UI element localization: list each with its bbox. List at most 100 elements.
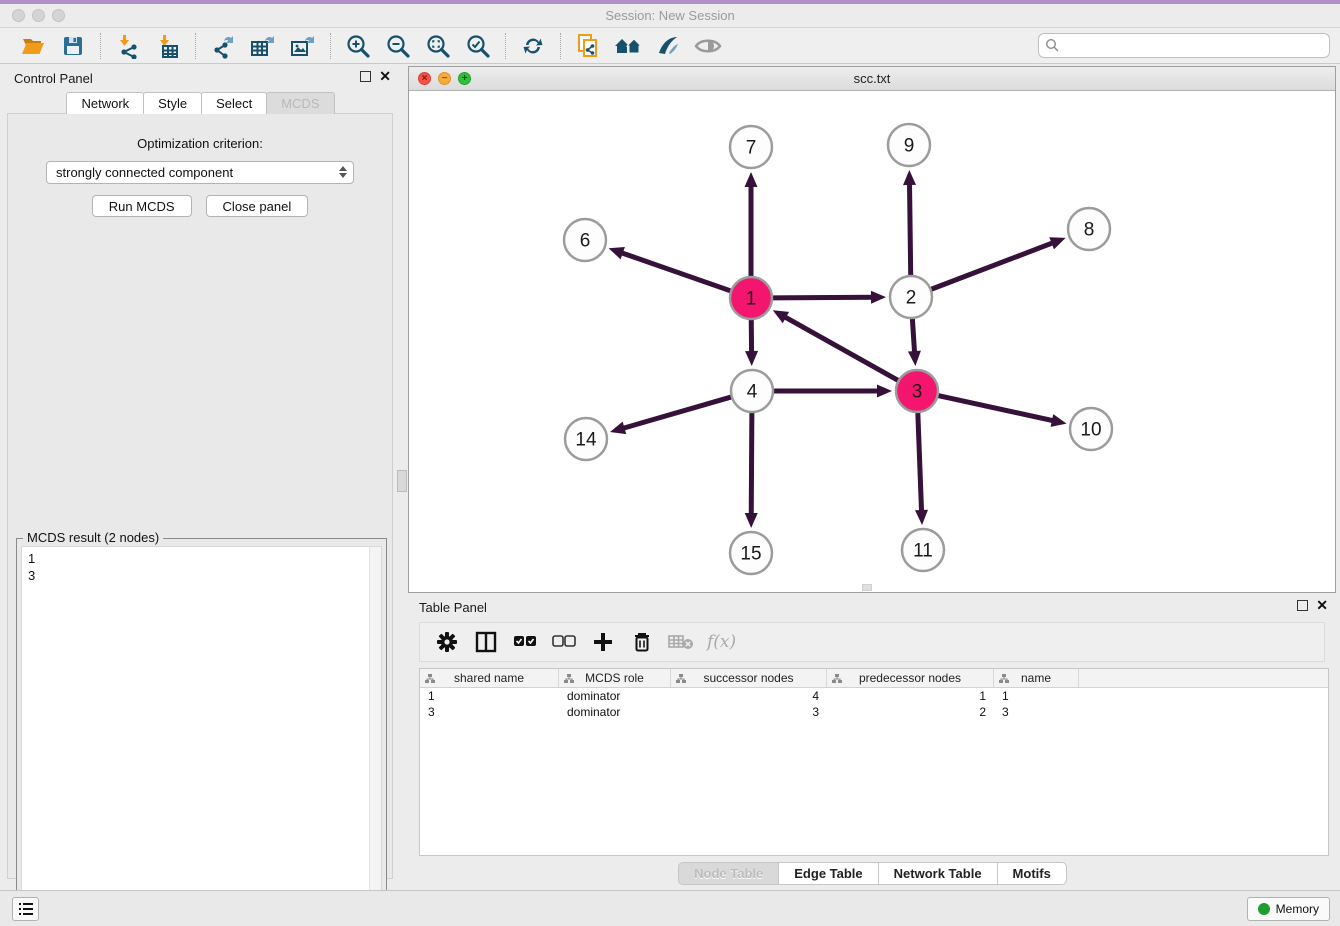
splitter-handle[interactable]	[397, 470, 407, 492]
tab-style[interactable]: Style	[143, 92, 202, 114]
edge-4-14[interactable]	[622, 397, 732, 429]
network-graph[interactable]: 7968124310141511	[409, 91, 1335, 592]
close-table-panel-icon[interactable]: ✕	[1316, 600, 1328, 611]
mcds-result-values: 1 3	[22, 547, 381, 587]
edge-arrowhead	[745, 351, 758, 366]
edge-1-2[interactable]	[772, 297, 874, 298]
panel-splitter[interactable]	[400, 66, 406, 886]
edge-arrowhead	[745, 513, 758, 528]
tab-network[interactable]: Network	[66, 92, 144, 114]
tab-motifs[interactable]: Motifs	[997, 862, 1067, 885]
zoom-fit-icon[interactable]	[421, 31, 455, 61]
float-table-panel-icon[interactable]	[1297, 600, 1308, 611]
table-cell[interactable]: 2	[827, 704, 994, 720]
open-folder-icon[interactable]	[16, 31, 50, 61]
tab-select[interactable]: Select	[201, 92, 267, 114]
control-panel-header: Control Panel ✕	[5, 66, 395, 92]
node-label-11: 11	[913, 541, 933, 562]
edge-arrowhead	[871, 291, 886, 304]
edge-arrowhead	[1051, 414, 1067, 427]
edge-2-3[interactable]	[912, 318, 914, 354]
close-panel-button[interactable]: Close panel	[206, 195, 309, 217]
column-header-label: successor nodes	[703, 671, 793, 685]
duplicate-network-icon[interactable]	[571, 31, 605, 61]
table-row[interactable]: 3dominator323	[420, 704, 1328, 720]
mcds-result-box: MCDS result (2 nodes) 1 3	[16, 538, 387, 916]
network-window-titlebar[interactable]: × − + scc.txt	[409, 67, 1335, 91]
refresh-icon[interactable]	[516, 31, 550, 61]
mcds-tab-content: Optimization criterion: strongly connect…	[7, 113, 393, 879]
edge-4-15[interactable]	[751, 412, 752, 516]
mcds-result-area[interactable]: 1 3	[21, 546, 382, 911]
column-header-successor-nodes[interactable]: successor nodes	[671, 669, 827, 687]
save-icon[interactable]	[56, 31, 90, 61]
export-network-icon[interactable]	[206, 31, 240, 61]
import-table-icon[interactable]	[151, 31, 185, 61]
search-input[interactable]	[1038, 33, 1330, 58]
export-image-icon[interactable]	[286, 31, 320, 61]
column-header-shared-name[interactable]: shared name	[420, 669, 559, 687]
edge-arrowhead	[609, 247, 625, 259]
home-view-icon[interactable]	[611, 31, 645, 61]
apply-style-icon[interactable]	[651, 31, 685, 61]
edge-1-6[interactable]	[620, 252, 731, 291]
tab-mcds[interactable]: MCDS	[266, 92, 334, 114]
table-cell[interactable]: 1	[994, 688, 1079, 704]
add-column-icon[interactable]	[590, 629, 616, 655]
table-cell[interactable]: 4	[671, 688, 827, 704]
zoom-selected-icon[interactable]	[461, 31, 495, 61]
table-cell[interactable]: 3	[671, 704, 827, 720]
zoom-in-icon[interactable]	[341, 31, 375, 61]
table-row[interactable]: 1dominator411	[420, 688, 1328, 704]
canvas-scroll-handle[interactable]	[862, 584, 872, 591]
export-table-icon[interactable]	[246, 31, 280, 61]
table-cell[interactable]: 3	[994, 704, 1079, 720]
table-toolbar: f(x)	[419, 622, 1325, 662]
show-hide-icon[interactable]	[691, 31, 725, 61]
network-canvas[interactable]: 7968124310141511	[409, 91, 1335, 592]
table-header-row: shared nameMCDS role successor nodes prede…	[420, 669, 1328, 688]
node-label-4: 4	[747, 382, 758, 403]
table-cell[interactable]: 1	[420, 688, 559, 704]
column-header-label: name	[1021, 671, 1051, 685]
column-type-icon	[425, 673, 435, 687]
optimization-criterion-label: Optimization criterion:	[8, 136, 392, 151]
column-header-predecessor-nodes[interactable]: predecessor nodes	[827, 669, 994, 687]
table-cell[interactable]: 3	[420, 704, 559, 720]
column-header-MCDS-role[interactable]: MCDS role	[559, 669, 671, 687]
table-cell[interactable]: dominator	[559, 704, 671, 720]
run-mcds-button[interactable]: Run MCDS	[92, 195, 192, 217]
edge-3-11[interactable]	[918, 412, 922, 513]
optimization-criterion-select[interactable]: strongly connected component	[46, 161, 354, 184]
close-panel-icon[interactable]: ✕	[379, 71, 391, 82]
column-type-icon	[564, 673, 574, 687]
mac-titlebar: Session: New Session	[0, 4, 1340, 28]
select-all-checkboxes-icon[interactable]	[512, 629, 538, 655]
column-header-name[interactable]: name	[994, 669, 1079, 687]
tab-edge-table[interactable]: Edge Table	[778, 862, 878, 885]
edge-2-8[interactable]	[931, 242, 1055, 289]
column-type-icon	[832, 673, 842, 687]
edge-3-10[interactable]	[938, 395, 1055, 421]
deselect-all-checkboxes-icon[interactable]	[551, 629, 577, 655]
edge-3-1[interactable]	[783, 316, 898, 381]
float-panel-icon[interactable]	[360, 71, 371, 82]
application-window: Session: New Session	[0, 0, 1340, 926]
import-network-icon[interactable]	[111, 31, 145, 61]
edge-2-9[interactable]	[909, 182, 910, 276]
delete-column-icon[interactable]	[629, 629, 655, 655]
task-history-button[interactable]	[12, 897, 39, 921]
zoom-out-icon[interactable]	[381, 31, 415, 61]
column-layout-icon[interactable]	[473, 629, 499, 655]
function-builder-icon: f(x)	[707, 632, 736, 652]
main-toolbar	[0, 28, 1340, 64]
memory-button[interactable]: Memory	[1247, 897, 1330, 921]
table-cell[interactable]: 1	[827, 688, 994, 704]
tab-network-table[interactable]: Network Table	[878, 862, 998, 885]
tab-node-table[interactable]: Node Table	[678, 862, 779, 885]
result-scrollbar[interactable]	[369, 547, 381, 910]
node-table[interactable]: shared nameMCDS role successor nodes prede…	[419, 668, 1329, 856]
delete-table-icon	[668, 629, 694, 655]
settings-gear-icon[interactable]	[434, 629, 460, 655]
table-cell[interactable]: dominator	[559, 688, 671, 704]
